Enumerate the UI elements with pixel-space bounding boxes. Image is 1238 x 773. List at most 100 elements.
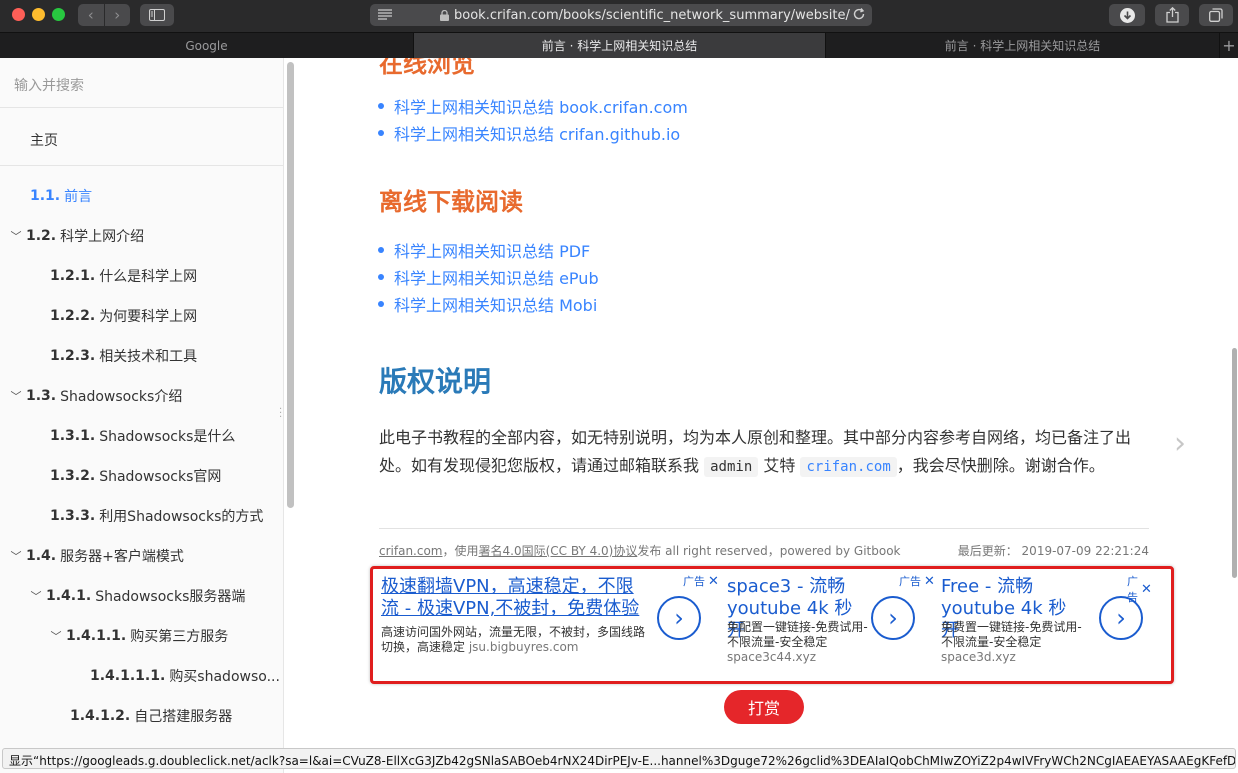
minimize-window-button[interactable] <box>32 8 45 21</box>
sidebar-item-number: 1.4.1.1. <box>66 628 127 644</box>
next-page-button[interactable]: › <box>1174 426 1186 461</box>
email-user-code: admin <box>704 457 759 477</box>
zoom-window-button[interactable] <box>52 8 65 21</box>
sidebar-item-buy-shadowsocks[interactable]: 1.4.1.1.1. 购买shadowso... <box>0 656 283 696</box>
sidebar-item-home[interactable]: 主页 <box>0 118 283 166</box>
downloads-button[interactable] <box>1109 4 1145 26</box>
chevron-down-icon[interactable]: ﹀ <box>10 388 22 404</box>
search-placeholder: 输入并搜索 <box>14 78 84 94</box>
ad-badge[interactable]: 广告 ✕ <box>1127 573 1152 605</box>
sidebar-item-label: 购买shadowso... <box>169 669 280 685</box>
sidebar-icon <box>149 9 165 21</box>
chevron-down-icon[interactable]: ﹀ <box>30 588 42 604</box>
section-heading-online: 在线浏览 <box>379 58 475 78</box>
share-icon <box>1165 7 1179 23</box>
ad-badge-label: 广告 <box>683 575 705 588</box>
browser-title-bar: ‹ › book.crifan.com/books/scientific_net… <box>0 0 1238 32</box>
sidebar-item-shadowsocks-what[interactable]: 1.3.1. Shadowsocks是什么 <box>0 416 283 456</box>
sidebar-item-server-side[interactable]: ﹀ 1.4.1. Shadowsocks服务器端 <box>0 576 283 616</box>
tabs-overview-icon <box>1209 8 1223 22</box>
reader-menu-icon[interactable] <box>378 9 392 20</box>
chevron-right-icon: › <box>1116 604 1126 632</box>
section-heading-copyright: 版权说明 <box>379 365 492 398</box>
footer-site-link[interactable]: crifan.com <box>379 544 443 558</box>
ad-unit-3[interactable]: Free - 流畅youtube 4k 秒开 免费置一键链接-免费试用-不限流量… <box>939 569 1152 681</box>
sidebar-item-buy-third-party[interactable]: ﹀ 1.4.1.1. 购买第三方服务 <box>0 616 283 656</box>
tab-overview-button[interactable] <box>1199 4 1233 26</box>
tab-preface[interactable]: 前言 · 科学上网相关知识总结 <box>826 33 1220 58</box>
close-icon[interactable]: ✕ <box>1141 582 1152 597</box>
sidebar-toggle-button[interactable] <box>140 4 174 26</box>
sidebar-item-shadowsocks-intro[interactable]: ﹀ 1.3. Shadowsocks介绍 <box>0 376 283 416</box>
chevron-down-icon[interactable]: ﹀ <box>10 548 22 564</box>
content-scrollbar[interactable] <box>1232 348 1237 578</box>
back-button[interactable]: ‹ <box>78 4 104 26</box>
ad-banner: 极速翻墙VPN，高速稳定，不限流 - 极速VPN,不被封，免费体验 高速访问国外… <box>370 566 1174 684</box>
ad-domain: space3d.xyz <box>941 650 1016 664</box>
section-heading-offline: 离线下载阅读 <box>379 188 523 216</box>
sidebar-item-label: 相关技术和工具 <box>99 349 198 365</box>
ad-go-button[interactable]: › <box>871 596 915 640</box>
sidebar-item-intro[interactable]: ﹀ 1.2. 科学上网介绍 <box>0 216 283 256</box>
updated-value: 2019-07-09 22:21:24 <box>1021 544 1149 558</box>
sidebar-item-preface[interactable]: 1.1. 前言 <box>0 176 283 216</box>
link-github-io[interactable]: 科学上网相关知识总结 crifan.github.io <box>394 119 688 146</box>
ad-badge[interactable]: 广告 ✕ <box>899 573 935 589</box>
sidebar-resize-handle[interactable]: · · · <box>279 405 282 423</box>
sidebar-item-number: 1.2. <box>26 228 57 244</box>
sidebar-item-label: Shadowsocks官网 <box>99 469 222 485</box>
sidebar-item-self-host[interactable]: 1.4.1.2. 自己搭建服务器 <box>0 696 283 736</box>
chevron-down-icon[interactable]: ﹀ <box>50 628 62 644</box>
close-window-button[interactable] <box>12 8 25 21</box>
chevron-down-icon[interactable]: ﹀ <box>10 228 22 244</box>
ad-go-button[interactable]: › <box>657 596 701 640</box>
ad-unit-1[interactable]: 极速翻墙VPN，高速稳定，不限流 - 极速VPN,不被封，免费体验 高速访问国外… <box>373 569 721 681</box>
reload-icon[interactable] <box>852 7 866 21</box>
footer-license-link[interactable]: 署名4.0国际(CC BY 4.0)协议 <box>479 544 638 558</box>
sidebar-item-server-client[interactable]: ﹀ 1.4. 服务器+客户端模式 <box>0 536 283 576</box>
tab-google[interactable]: Google <box>0 33 414 58</box>
status-text: 显示“https://googleads.g.doubleclick.net/a… <box>9 754 1236 768</box>
close-icon[interactable]: ✕ <box>708 574 719 589</box>
sidebar-item-number: 1.1. <box>30 188 61 204</box>
book-content: 在线浏览 科学上网相关知识总结 book.crifan.com 科学上网相关知识… <box>298 58 1238 773</box>
ad-badge[interactable]: 广告 ✕ <box>683 573 719 589</box>
address-bar[interactable]: book.crifan.com/books/scientific_network… <box>370 4 872 26</box>
link-book-crifan[interactable]: 科学上网相关知识总结 book.crifan.com <box>394 92 688 119</box>
forward-button[interactable]: › <box>103 4 131 26</box>
link-pdf[interactable]: 科学上网相关知识总结 PDF <box>394 236 599 263</box>
chevron-right-icon: › <box>888 604 898 632</box>
sidebar-item-label: Shadowsocks是什么 <box>99 429 236 445</box>
sidebar-item-tools[interactable]: 1.2.3. 相关技术和工具 <box>0 336 283 376</box>
download-icon <box>1119 7 1135 23</box>
reward-button[interactable]: 打赏 <box>724 690 804 724</box>
link-mobi[interactable]: 科学上网相关知识总结 Mobi <box>394 290 599 317</box>
book-sidebar: 输入并搜索 主页 1.1. 前言 ﹀ 1.2. 科学上网介绍 1.2.1. 什么… <box>0 58 284 773</box>
sidebar-item-label: Shadowsocks服务器端 <box>95 589 246 605</box>
sidebar-item-shadowsocks-usage[interactable]: 1.3.3. 利用Shadowsocks的方式 <box>0 496 283 536</box>
chevron-right-icon: › <box>114 6 121 24</box>
sidebar-item-shadowsocks-site[interactable]: 1.3.2. Shadowsocks官网 <box>0 456 283 496</box>
ad-title[interactable]: 极速翻墙VPN，高速稳定，不限流 - 极速VPN,不被封，免费体验 <box>381 576 651 620</box>
link-epub[interactable]: 科学上网相关知识总结 ePub <box>394 263 599 290</box>
search-input[interactable]: 输入并搜索 <box>0 58 283 108</box>
sidebar-item-label: 科学上网介绍 <box>60 229 145 245</box>
copyright-paragraph: 此电子书教程的全部内容，如无特别说明，均为本人原创和整理。其中部分内容参考自网络… <box>379 424 1159 481</box>
ad-unit-2[interactable]: space3 - 流畅youtube 4k 秒开 免配置一键链接-免费试用-不限… <box>725 569 937 681</box>
share-button[interactable] <box>1155 4 1189 26</box>
email-domain-link[interactable]: crifan.com <box>800 457 897 477</box>
close-icon[interactable]: ✕ <box>924 574 935 589</box>
sidebar-item-number: 1.4.1.1.1. <box>90 668 166 684</box>
footer-updated: 最后更新： 2019-07-09 22:21:24 <box>958 542 1149 559</box>
sidebar-item-what[interactable]: 1.2.1. 什么是科学上网 <box>0 256 283 296</box>
sidebar-item-number: 1.3. <box>26 388 57 404</box>
copyright-text-end: ，我会尽快删除。谢谢合作。 <box>896 456 1105 475</box>
tab-preface-active[interactable]: 前言 · 科学上网相关知识总结 <box>414 33 826 58</box>
offline-links-list: 科学上网相关知识总结 PDF 科学上网相关知识总结 ePub 科学上网相关知识总… <box>394 236 599 317</box>
url-text: book.crifan.com/books/scientific_network… <box>454 7 850 23</box>
chevron-right-icon: › <box>1174 426 1186 461</box>
sidebar-scrollbar[interactable] <box>287 62 294 508</box>
sidebar-item-label: Shadowsocks介绍 <box>60 389 183 405</box>
new-tab-button[interactable]: + <box>1220 33 1238 58</box>
sidebar-item-why[interactable]: 1.2.2. 为何要科学上网 <box>0 296 283 336</box>
